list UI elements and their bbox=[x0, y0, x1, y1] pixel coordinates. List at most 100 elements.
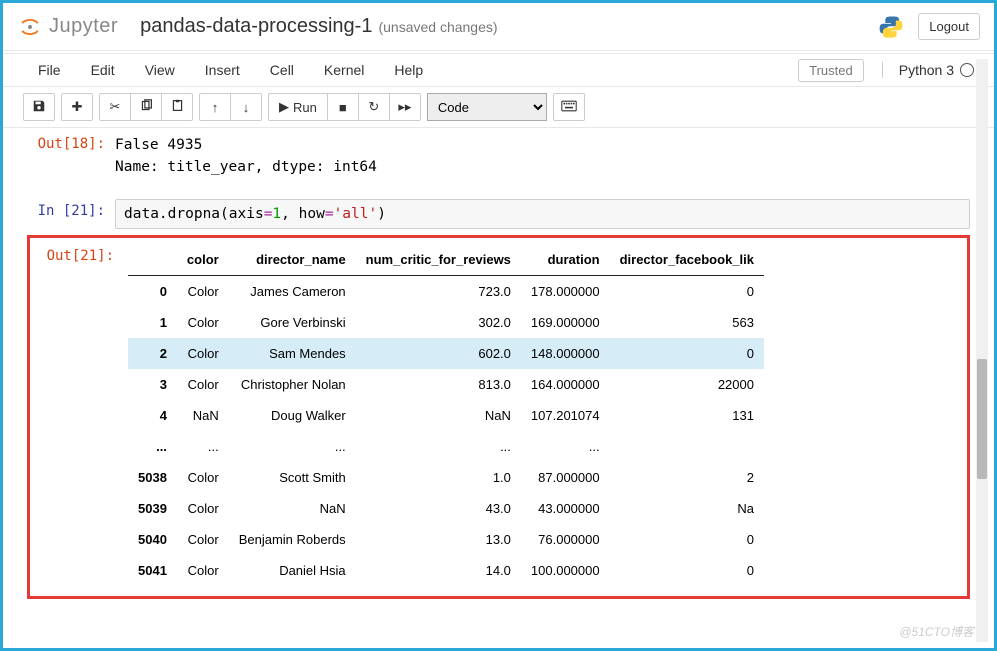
cell: 76.000000 bbox=[521, 524, 610, 555]
scrollbar-thumb[interactable] bbox=[977, 359, 987, 479]
cell: 13.0 bbox=[356, 524, 521, 555]
row-index: 5038 bbox=[128, 462, 177, 493]
arrow-down-icon: ↓ bbox=[243, 100, 250, 115]
command-palette-button[interactable] bbox=[553, 93, 585, 121]
cell: 87.000000 bbox=[521, 462, 610, 493]
arrow-up-icon: ↑ bbox=[212, 100, 219, 115]
cell: Na bbox=[610, 493, 764, 524]
cell: 813.0 bbox=[356, 369, 521, 400]
cell: 107.201074 bbox=[521, 400, 610, 431]
restart-run-all-button[interactable]: ▸▸ bbox=[389, 93, 421, 121]
cell: Sam Mendes bbox=[229, 338, 356, 369]
interrupt-button[interactable]: ■ bbox=[327, 93, 359, 121]
cell: 563 bbox=[610, 307, 764, 338]
notebook-title[interactable]: pandas-data-processing-1 bbox=[140, 15, 372, 38]
cell: NaN bbox=[229, 493, 356, 524]
row-index: 5041 bbox=[128, 555, 177, 586]
cut-button[interactable]: ✂ bbox=[99, 93, 131, 121]
watermark: @51CTO博客 bbox=[899, 623, 974, 640]
menu-file[interactable]: File bbox=[23, 56, 76, 84]
menu-kernel[interactable]: Kernel bbox=[309, 56, 379, 84]
notebook-area: Out[18]: False 4935 Name: title_year, dt… bbox=[3, 128, 994, 609]
cell: 0 bbox=[610, 524, 764, 555]
row-index: 4 bbox=[128, 400, 177, 431]
output-text: False 4935 Name: title_year, dtype: int6… bbox=[115, 132, 377, 179]
cell: 14.0 bbox=[356, 555, 521, 586]
in-prompt: In [21]: bbox=[27, 199, 115, 229]
cell: ... bbox=[521, 431, 610, 462]
table-row[interactable]: 5039ColorNaN43.043.000000Na bbox=[128, 493, 764, 524]
row-index: 3 bbox=[128, 369, 177, 400]
table-row[interactable]: 5040ColorBenjamin Roberds13.076.0000000 bbox=[128, 524, 764, 555]
scrollbar[interactable] bbox=[976, 59, 988, 642]
kernel-status-icon bbox=[960, 63, 974, 77]
menu-insert[interactable]: Insert bbox=[190, 56, 255, 84]
kernel-indicator[interactable]: Python 3 bbox=[882, 62, 974, 78]
table-row[interactable]: 4NaNDoug WalkerNaN107.201074131 bbox=[128, 400, 764, 431]
scissors-icon: ✂ bbox=[110, 99, 121, 115]
copy-button[interactable] bbox=[130, 93, 162, 121]
cell: 178.000000 bbox=[521, 275, 610, 307]
fast-forward-icon: ▸▸ bbox=[398, 99, 411, 115]
input-cell-21[interactable]: In [21]: data.dropna(axis=1, how='all') bbox=[27, 199, 970, 229]
menubar: File Edit View Insert Cell Kernel Help T… bbox=[3, 53, 994, 87]
cell: 169.000000 bbox=[521, 307, 610, 338]
cell: 43.0 bbox=[356, 493, 521, 524]
cell: 43.000000 bbox=[521, 493, 610, 524]
menu-edit[interactable]: Edit bbox=[76, 56, 130, 84]
table-row[interactable]: 0ColorJames Cameron723.0178.0000000 bbox=[128, 275, 764, 307]
cell: Doug Walker bbox=[229, 400, 356, 431]
output-line: False 4935 bbox=[115, 134, 377, 156]
jupyter-logo[interactable]: Jupyter bbox=[17, 14, 118, 40]
out-prompt: Out[21]: bbox=[36, 244, 124, 586]
cell: Color bbox=[177, 369, 229, 400]
stop-icon: ■ bbox=[339, 100, 347, 115]
menu-help[interactable]: Help bbox=[379, 56, 438, 84]
cell: 164.000000 bbox=[521, 369, 610, 400]
paste-icon bbox=[171, 99, 184, 115]
cell-type-select[interactable]: Code bbox=[427, 93, 547, 121]
code-input[interactable]: data.dropna(axis=1, how='all') bbox=[115, 199, 970, 229]
table-row[interactable]: 1ColorGore Verbinski302.0169.000000563 bbox=[128, 307, 764, 338]
add-cell-button[interactable]: ✚ bbox=[61, 93, 93, 121]
table-row[interactable]: 3ColorChristopher Nolan813.0164.00000022… bbox=[128, 369, 764, 400]
paste-button[interactable] bbox=[161, 93, 193, 121]
plus-icon: ✚ bbox=[72, 99, 83, 115]
cell: Color bbox=[177, 555, 229, 586]
column-header: num_critic_for_reviews bbox=[356, 244, 521, 276]
trusted-badge[interactable]: Trusted bbox=[798, 59, 864, 82]
table-row[interactable]: 5041ColorDaniel Hsia14.0100.0000000 bbox=[128, 555, 764, 586]
cell: 22000 bbox=[610, 369, 764, 400]
table-row[interactable]: 2ColorSam Mendes602.0148.0000000 bbox=[128, 338, 764, 369]
column-header: duration bbox=[521, 244, 610, 276]
cell: 0 bbox=[610, 555, 764, 586]
menu-cell[interactable]: Cell bbox=[255, 56, 309, 84]
move-down-button[interactable]: ↓ bbox=[230, 93, 262, 121]
cell: Color bbox=[177, 338, 229, 369]
run-label: Run bbox=[293, 100, 317, 115]
cell: Color bbox=[177, 524, 229, 555]
dataframe-output[interactable]: colordirector_namenum_critic_for_reviews… bbox=[128, 244, 764, 586]
menu-view[interactable]: View bbox=[130, 56, 190, 84]
column-header: director_name bbox=[229, 244, 356, 276]
table-row[interactable]: ............... bbox=[128, 431, 764, 462]
logout-button[interactable]: Logout bbox=[918, 13, 980, 40]
dataframe-table: colordirector_namenum_critic_for_reviews… bbox=[128, 244, 764, 586]
table-row[interactable]: 5038ColorScott Smith1.087.0000002 bbox=[128, 462, 764, 493]
cell: 131 bbox=[610, 400, 764, 431]
header: Jupyter pandas-data-processing-1 (unsave… bbox=[3, 3, 994, 51]
toolbar: ✚ ✂ ↑ ↓ ▶Run ■ ↻ ▸▸ Code bbox=[3, 87, 994, 128]
jupyter-wordmark: Jupyter bbox=[49, 15, 118, 38]
keyboard-icon bbox=[561, 100, 577, 115]
cell: Gore Verbinski bbox=[229, 307, 356, 338]
jupyter-icon bbox=[17, 14, 43, 40]
move-up-button[interactable]: ↑ bbox=[199, 93, 231, 121]
restart-icon: ↻ bbox=[368, 99, 379, 115]
row-index: 5040 bbox=[128, 524, 177, 555]
cell: Color bbox=[177, 462, 229, 493]
cell: 1.0 bbox=[356, 462, 521, 493]
save-button[interactable] bbox=[23, 93, 55, 121]
row-index: 5039 bbox=[128, 493, 177, 524]
restart-button[interactable]: ↻ bbox=[358, 93, 390, 121]
run-button[interactable]: ▶Run bbox=[268, 93, 328, 121]
